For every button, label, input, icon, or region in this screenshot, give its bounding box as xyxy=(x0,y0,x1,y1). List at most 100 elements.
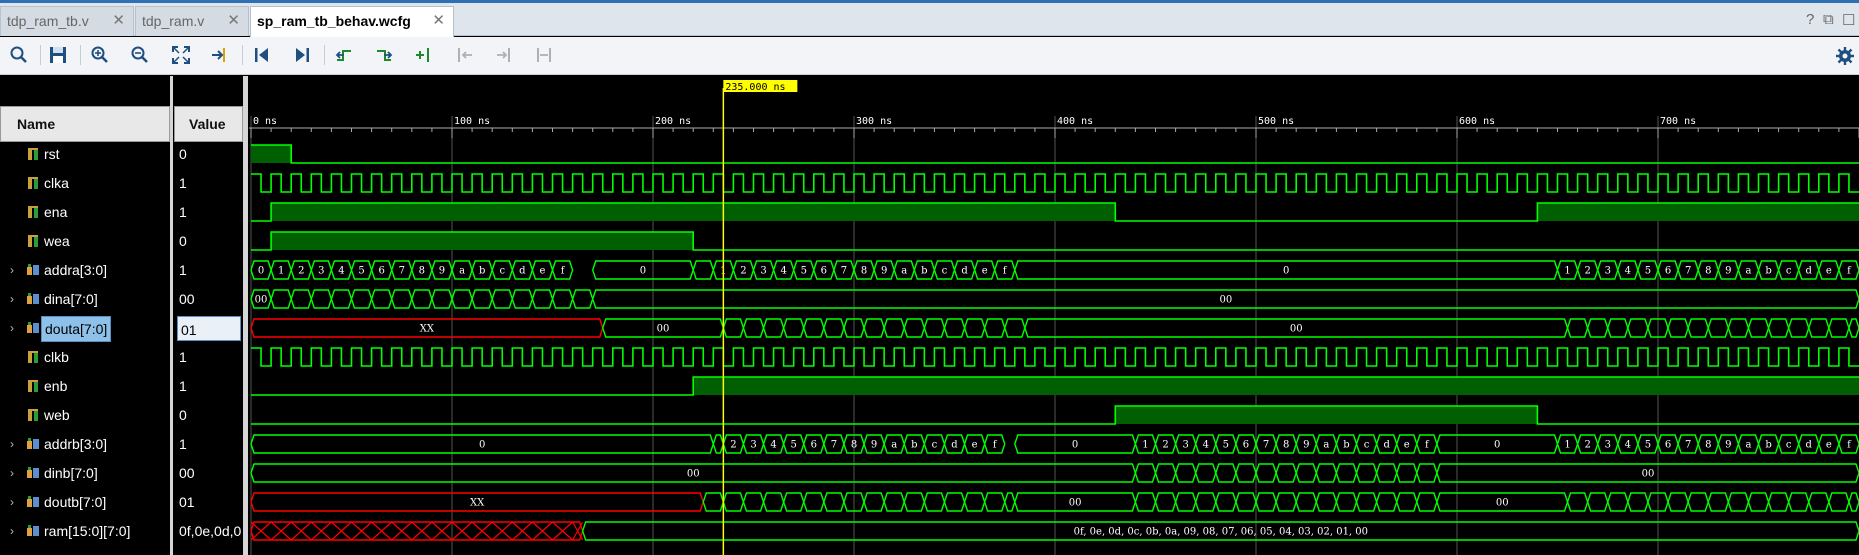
expand-arrow-icon[interactable]: › xyxy=(10,488,14,517)
search-icon[interactable] xyxy=(9,45,29,65)
bus-value-label: 7 xyxy=(831,440,837,451)
signal-name: clkb xyxy=(44,349,69,365)
time-axis-label: 200 ns xyxy=(655,116,691,127)
name-column-header[interactable]: Name xyxy=(0,106,170,142)
signal-row-addra[interactable]: › addra[3:0] xyxy=(0,256,168,285)
bus-segment xyxy=(330,289,353,309)
bus-segment xyxy=(571,289,594,309)
tab-tdp-ram-tb[interactable]: tdp_ram_tb.v ✕ xyxy=(0,6,134,36)
bus-segment xyxy=(863,318,885,338)
bus-segment xyxy=(1395,463,1418,483)
expand-arrow-icon[interactable]: › xyxy=(10,314,14,343)
tab-sp-ram-tb-behav[interactable]: sp_ram_tb_behav.wcfg ✕ xyxy=(250,6,454,37)
x-state-mark xyxy=(310,521,332,541)
bus-value-label: 7 xyxy=(1685,440,1691,451)
bus-value-label: 5 xyxy=(801,266,807,277)
swap-cursors-icon[interactable] xyxy=(534,45,554,65)
add-marker-icon[interactable] xyxy=(414,45,434,65)
zoom-in-icon[interactable] xyxy=(90,45,110,65)
signal-row-enb[interactable]: enb xyxy=(0,372,168,401)
signal-row-ena[interactable]: ena xyxy=(0,198,168,227)
go-to-cursor-icon[interactable] xyxy=(210,45,230,65)
bus-value-label: 0 xyxy=(258,266,264,277)
close-icon[interactable]: ✕ xyxy=(432,7,445,35)
bus-segment xyxy=(551,289,574,309)
signal-row-rst[interactable]: rst xyxy=(0,140,168,169)
column-splitter[interactable] xyxy=(170,76,173,555)
maximize-icon[interactable]: ☐ xyxy=(1842,11,1855,29)
bus-value-label: c xyxy=(499,266,505,277)
bus-value-label: 0 xyxy=(479,440,485,451)
bus-value-label: 2 xyxy=(740,266,746,277)
signal-row-dinb[interactable]: › dinb[7:0] xyxy=(0,459,168,488)
go-to-end-icon[interactable] xyxy=(292,45,312,65)
bus-segment xyxy=(1255,492,1277,512)
bus-segment xyxy=(1767,492,1790,512)
bus-value-label: a xyxy=(1323,440,1329,451)
next-marker-icon[interactable] xyxy=(494,45,514,65)
bus-value-label: 3 xyxy=(1605,266,1611,277)
expand-arrow-icon[interactable]: › xyxy=(10,430,14,459)
bus-segment xyxy=(1848,318,1859,338)
bus-signal-icon xyxy=(27,293,39,306)
bus-value-label: 00 xyxy=(1642,469,1655,480)
bus-segment xyxy=(1004,318,1026,338)
signal-row-web[interactable]: web xyxy=(0,401,168,430)
previous-transition-icon[interactable] xyxy=(334,45,354,65)
restore-icon[interactable]: ⧉ xyxy=(1823,11,1834,28)
save-icon[interactable] xyxy=(48,45,68,65)
go-to-start-icon[interactable] xyxy=(252,45,272,65)
signal-row-dina[interactable]: › dina[7:0] xyxy=(0,285,168,314)
time-axis-label: 300 ns xyxy=(856,116,892,127)
signal-row-clkb[interactable]: clkb xyxy=(0,343,168,372)
tab-tdp-ram[interactable]: tdp_ram.v ✕ xyxy=(135,6,249,36)
expand-arrow-icon[interactable]: › xyxy=(10,256,14,285)
value-column-header[interactable]: Value xyxy=(174,106,243,142)
expand-arrow-icon[interactable]: › xyxy=(10,517,14,546)
bus-segment xyxy=(1235,492,1257,512)
bus-segment xyxy=(983,492,1006,512)
bus-value-label: b xyxy=(1765,440,1771,451)
bus-value-label: 3 xyxy=(1605,440,1611,451)
bus-segment xyxy=(883,492,905,512)
expand-arrow-icon[interactable]: › xyxy=(10,459,14,488)
signal-row-clka[interactable]: clka xyxy=(0,169,168,198)
signal-row-addrb[interactable]: › addrb[3:0] xyxy=(0,430,168,459)
zoom-fit-icon[interactable] xyxy=(171,45,191,65)
time-axis-label: 500 ns xyxy=(1258,116,1294,127)
bus-value-label: d xyxy=(1806,266,1813,277)
waveform-canvas[interactable]: 0 ns 100 ns 200 ns 300 ns 400 ns 500 ns 600 ns… xyxy=(249,76,1859,555)
bus-segment xyxy=(390,289,413,309)
expand-arrow-icon[interactable]: › xyxy=(10,285,14,314)
previous-marker-icon[interactable] xyxy=(455,45,475,65)
signal-value: 0f,0e,0d,0c xyxy=(179,523,241,539)
help-icon[interactable]: ? xyxy=(1806,11,1814,28)
time-axis-label: 600 ns xyxy=(1459,116,1495,127)
signal-row-douta[interactable]: › douta[7:0] xyxy=(0,314,168,343)
next-transition-icon[interactable] xyxy=(374,45,394,65)
bus-segment xyxy=(1586,492,1609,512)
bit-waveform xyxy=(251,173,1859,193)
zoom-out-icon[interactable] xyxy=(130,45,150,65)
signal-row-ram[interactable]: › ram[15:0][7:0] xyxy=(0,517,168,546)
signal-row-wea[interactable]: wea xyxy=(0,227,168,256)
x-state-mark xyxy=(471,521,493,541)
bus-segment xyxy=(722,492,745,512)
wave-splitter[interactable] xyxy=(243,76,248,555)
bus-value-label: a xyxy=(901,266,907,277)
signal-name: rst xyxy=(44,146,60,162)
bus-segment xyxy=(1687,492,1709,512)
close-icon[interactable]: ✕ xyxy=(227,7,240,35)
bus-segment xyxy=(1004,492,1016,512)
x-state-mark xyxy=(431,521,453,541)
signal-row-doutb[interactable]: › doutb[7:0] xyxy=(0,488,168,517)
bus-value-label: 00 xyxy=(255,295,268,306)
bus-segment xyxy=(1687,318,1709,338)
bus-value-label: c xyxy=(1786,266,1792,277)
bus-value-label: 7 xyxy=(841,266,847,277)
close-icon[interactable]: ✕ xyxy=(112,7,125,35)
x-state-mark xyxy=(371,521,393,541)
settings-icon[interactable] xyxy=(1835,46,1855,66)
bus-value-label: 00 xyxy=(1219,295,1232,306)
wave-high-fill xyxy=(271,203,1116,221)
